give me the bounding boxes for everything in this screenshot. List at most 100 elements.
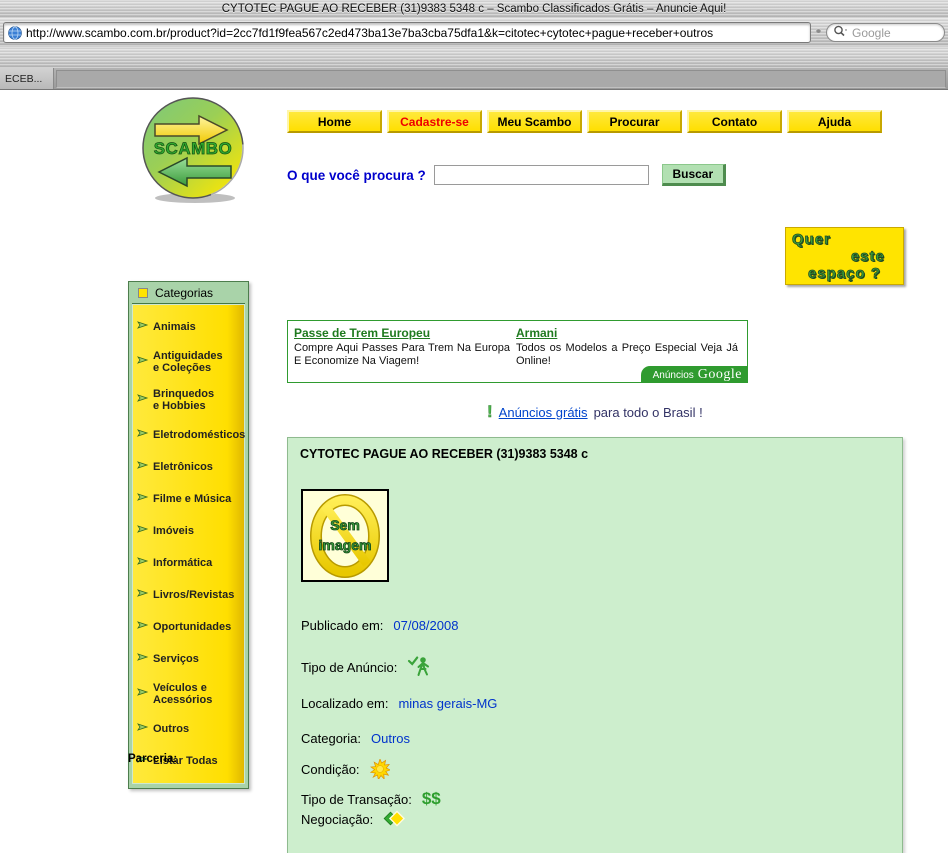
field-label: Condição: bbox=[301, 762, 360, 777]
buscar-button[interactable]: Buscar bbox=[662, 164, 726, 186]
yellow-square-icon bbox=[138, 288, 148, 298]
field-label: Tipo de Anúncio: bbox=[301, 660, 397, 675]
product-field-row: Publicado em: 07/08/2008 bbox=[301, 618, 497, 633]
arrow-right-icon bbox=[137, 318, 149, 336]
category-label: Filme e Música bbox=[153, 493, 231, 505]
product-panel: CYTOTEC PAGUE AO RECEBER (31)9383 5348 c bbox=[287, 437, 903, 853]
arrow-right-icon bbox=[137, 720, 149, 738]
nav-button[interactable]: Home bbox=[287, 110, 382, 133]
category-item[interactable]: Filme e Música bbox=[135, 483, 242, 515]
product-field-row: Tipo de Anúncio: bbox=[301, 654, 497, 680]
category-item[interactable]: Serviços bbox=[135, 643, 242, 675]
categories-list: Animais Antiguidades e Coleções Brinqued… bbox=[132, 304, 245, 784]
tab-label: ECEB... bbox=[5, 73, 42, 85]
google-ad: Passe de Trem Europeu Compre Aqui Passes… bbox=[294, 324, 510, 368]
product-field-row: Negociação: bbox=[301, 809, 497, 829]
field-label: Negociação: bbox=[301, 812, 373, 827]
field-value[interactable]: Outros bbox=[371, 731, 410, 746]
scambo-logo[interactable]: SCAMBO bbox=[141, 96, 247, 204]
categories-sidebar: Categorias Animais Antiguidades e Coleçõ… bbox=[128, 281, 249, 789]
nav-button-label: Home bbox=[318, 115, 351, 129]
globe-favicon-icon bbox=[8, 26, 22, 40]
anuncios-google-tab[interactable]: Anúncios Google bbox=[641, 366, 748, 383]
category-item[interactable]: Imóveis bbox=[135, 515, 242, 547]
category-label: Imóveis bbox=[153, 525, 194, 537]
svg-text:imagem: imagem bbox=[319, 537, 372, 553]
tab-current[interactable]: ECEB... bbox=[0, 68, 54, 89]
diamond-negotiation-icon bbox=[383, 809, 405, 829]
site-search: O que você procura ? Buscar bbox=[287, 164, 726, 186]
product-fields: Publicado em: 07/08/2008 Tipo de Anúncio… bbox=[301, 618, 497, 829]
arrow-right-icon bbox=[137, 554, 149, 572]
free-ads-promo: ! Anúncios grátis para todo o Brasil ! bbox=[487, 402, 703, 422]
nav-button-label: Meu Scambo bbox=[497, 115, 571, 129]
category-item[interactable]: Informática bbox=[135, 547, 242, 579]
toolbar-divider-dot bbox=[816, 28, 821, 33]
category-label: Brinquedos e Hobbies bbox=[153, 388, 214, 412]
tab-bar: ECEB... bbox=[0, 68, 948, 90]
arrow-right-icon bbox=[137, 522, 149, 540]
arrow-right-icon bbox=[137, 458, 149, 476]
field-label: Publicado em: bbox=[301, 618, 383, 633]
category-item[interactable]: Eletrônicos bbox=[135, 451, 242, 483]
site-search-label: O que você procura ? bbox=[287, 168, 426, 183]
quer-este-espaco-banner[interactable]: Quer este espaço ? bbox=[785, 227, 904, 285]
anuncios-gratis-link[interactable]: Anúncios grátis bbox=[499, 405, 588, 420]
page-content: SCAMBO Home Cadastre-se Meu Scambo Procu… bbox=[0, 90, 948, 853]
google-ad: Armani Todos os Modelos a Preço Especial… bbox=[516, 324, 738, 368]
category-item[interactable]: Veículos e Acessórios bbox=[135, 675, 242, 713]
browser-search-field[interactable]: Google bbox=[826, 23, 945, 42]
main-nav: Home Cadastre-se Meu Scambo Procurar Con… bbox=[287, 110, 882, 133]
ad-title-link[interactable]: Passe de Trem Europeu bbox=[294, 326, 430, 340]
product-field-row: Localizado em: minas gerais-MG bbox=[301, 696, 497, 711]
category-item[interactable]: Oportunidades bbox=[135, 611, 242, 643]
category-label: Informática bbox=[153, 557, 212, 569]
nav-button-label: Ajuda bbox=[818, 115, 851, 129]
browser-window: CYTOTEC PAGUE AO RECEBER (31)9383 5348 c… bbox=[0, 0, 948, 853]
ad-title-link[interactable]: Armani bbox=[516, 326, 557, 340]
arrow-right-icon bbox=[137, 618, 149, 636]
nav-button[interactable]: Meu Scambo bbox=[487, 110, 582, 133]
window-title: CYTOTEC PAGUE AO RECEBER (31)9383 5348 c… bbox=[222, 3, 727, 15]
category-item[interactable]: Livros/Revistas bbox=[135, 579, 242, 611]
nav-button[interactable]: Procurar bbox=[587, 110, 682, 133]
category-item[interactable]: Eletrodomésticos bbox=[135, 419, 242, 451]
field-value: $$ bbox=[422, 789, 441, 809]
address-bar[interactable]: http://www.scambo.com.br/product?id=2cc7… bbox=[3, 22, 811, 43]
ad-body: Todos os Modelos a Preço Especial Veja J… bbox=[516, 342, 738, 368]
site-search-input[interactable] bbox=[434, 165, 649, 185]
nav-button[interactable]: Cadastre-se bbox=[387, 110, 482, 133]
category-label: Eletrodomésticos bbox=[153, 429, 245, 441]
category-label: Outros bbox=[153, 723, 189, 735]
nav-button-label: Contato bbox=[712, 115, 757, 129]
google-ads-box: Passe de Trem Europeu Compre Aqui Passes… bbox=[287, 320, 748, 383]
svg-text:SCAMBO: SCAMBO bbox=[154, 139, 233, 158]
svg-text:Sem: Sem bbox=[330, 517, 360, 533]
anuncios-label: Anúncios bbox=[653, 370, 694, 381]
product-field-row: Condição: bbox=[301, 759, 497, 779]
partners-title: Parceria: bbox=[128, 753, 258, 765]
partners-block: Parceria: bbox=[128, 753, 258, 767]
product-field-row: Tipo de Transação: $$ bbox=[301, 789, 497, 809]
google-logo: Google bbox=[698, 367, 742, 383]
promo-text: para todo o Brasil ! bbox=[594, 405, 703, 420]
category-item[interactable]: Brinquedos e Hobbies bbox=[135, 381, 242, 419]
nav-button-label: Procurar bbox=[609, 115, 659, 129]
field-value[interactable]: 07/08/2008 bbox=[393, 618, 458, 633]
nav-button-label: Cadastre-se bbox=[400, 115, 469, 129]
field-label: Tipo de Transação: bbox=[301, 792, 412, 807]
category-item[interactable]: Animais bbox=[135, 311, 242, 343]
nav-button[interactable]: Contato bbox=[687, 110, 782, 133]
exclamation-icon: ! bbox=[487, 402, 493, 422]
window-titlebar: CYTOTEC PAGUE AO RECEBER (31)9383 5348 c… bbox=[0, 0, 948, 18]
category-item[interactable]: Outros bbox=[135, 713, 242, 745]
magnifier-icon bbox=[833, 24, 849, 42]
sun-condition-icon bbox=[370, 759, 390, 779]
category-item[interactable]: Antiguidades e Coleções bbox=[135, 343, 242, 381]
arrow-right-icon bbox=[137, 586, 149, 604]
bookmarks-bar bbox=[0, 46, 948, 68]
categories-title: Categorias bbox=[155, 286, 213, 300]
field-value[interactable]: minas gerais-MG bbox=[398, 696, 497, 711]
browser-toolbar: http://www.scambo.com.br/product?id=2cc7… bbox=[0, 18, 948, 46]
nav-button[interactable]: Ajuda bbox=[787, 110, 882, 133]
